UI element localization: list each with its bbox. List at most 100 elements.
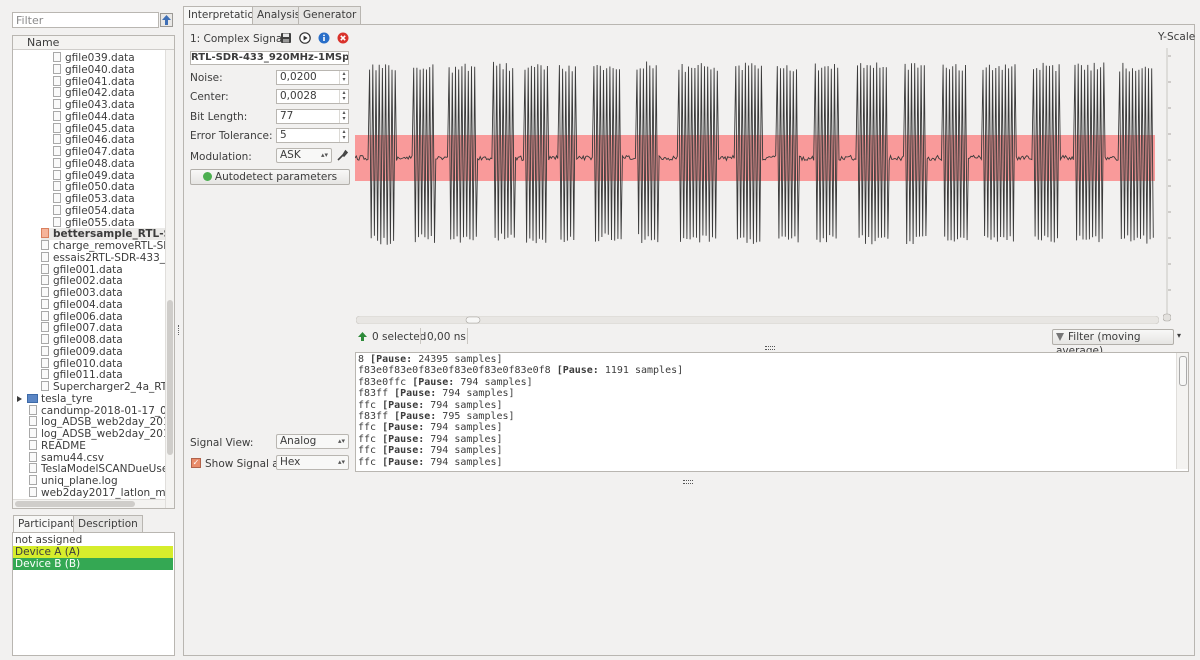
tree-item[interactable]: gfile009.data [41, 345, 123, 358]
center-spinbox[interactable]: 0,0028 ▴ ▾ [276, 89, 349, 104]
plot-scroll-thumb[interactable] [465, 316, 481, 324]
pause-label: [Pause: [556, 365, 599, 377]
tree-item[interactable]: log_ADSB_web2day_2017.lo [29, 416, 174, 428]
tree-item[interactable]: tesla_tyre [17, 393, 93, 405]
tree-item-label: README [41, 439, 86, 452]
tree-item[interactable]: gfile049.data [53, 169, 135, 182]
error-tolerance-spinbox[interactable]: 5 ▴ ▾ [276, 128, 349, 143]
noise-spinbox[interactable]: 0,0200 ▴ ▾ [276, 70, 349, 85]
tree-item-label: gfile041.data [65, 75, 135, 88]
tree-item[interactable]: samu44.csv [29, 451, 104, 464]
participants-list[interactable]: not assigned Device A (A) Device B (B) [12, 532, 175, 656]
tree-item[interactable]: gfile055.data [53, 216, 135, 229]
tree-item[interactable]: gfile050.data [53, 181, 135, 193]
tree-item[interactable]: gfile047.data [53, 146, 135, 158]
go-up-button[interactable] [160, 13, 173, 27]
participant-item[interactable]: not assigned [13, 534, 173, 546]
tree-item[interactable]: web2day2017_latlon_msg3.c [29, 486, 174, 499]
tree-item[interactable]: gfile046.data [53, 134, 135, 146]
tab-generator[interactable]: Generator [298, 6, 362, 24]
tree-item[interactable]: log_ADSB_web2day_2017.lo [29, 428, 175, 440]
tree-item[interactable]: Supercharger2_4a_RTL-SD [41, 381, 174, 393]
signal-view-combo[interactable]: Analog ▴▾ [276, 434, 349, 449]
tree-column-header[interactable]: Name [13, 36, 174, 50]
filter-moving-average-button[interactable]: Filter (moving average) [1052, 329, 1174, 357]
tree-item-label: log_ADSB_web2day_2017.lo [41, 428, 175, 440]
y-scale-slider[interactable] [1163, 46, 1171, 322]
filter-input[interactable]: Filter [12, 12, 159, 28]
tree-item[interactable]: uniq_plane.log [29, 475, 118, 487]
participant-item[interactable]: Device B (B) [13, 558, 173, 570]
tree-vertical-scrollbar[interactable] [165, 50, 174, 508]
tree-up-icon[interactable] [357, 331, 368, 342]
tree-hscroll-thumb[interactable] [15, 501, 135, 507]
save-icon [281, 33, 291, 43]
tree-item[interactable]: TeslaModelSCANDueUserMa [29, 463, 174, 475]
demod-bits: ffc [358, 422, 383, 434]
show-signal-checkbox[interactable]: ✓ [191, 458, 201, 468]
tree-item[interactable]: gfile011.data [41, 369, 123, 381]
selected-count: 0 selected [372, 331, 427, 343]
spin-arrows-icon[interactable]: ▴ ▾ [339, 129, 348, 142]
tree-item-label: gfile007.data [53, 322, 123, 335]
spin-arrows-icon[interactable]: ▴ ▾ [339, 90, 348, 103]
expand-arrow-icon[interactable] [17, 395, 22, 402]
tree-item[interactable]: gfile001.data [41, 263, 123, 276]
signal-name-field[interactable]: RTL-SDR-433_920MHz-1MSps-1MHz [190, 51, 349, 65]
tree-item[interactable]: essais2RTL-SDR-433_923M [41, 251, 174, 264]
demod-bits: 8 [358, 354, 371, 365]
show-signal-as-combo[interactable]: Hex ▴▾ [276, 455, 349, 470]
plot-horizontal-scrollbar[interactable] [356, 316, 1159, 324]
tree-item[interactable]: gfile002.data [41, 275, 123, 287]
tree-item[interactable]: candump-2018-01-17_08580 [29, 404, 174, 417]
tree-item[interactable]: gfile039.data [53, 52, 135, 64]
output-scroll-thumb[interactable] [1179, 356, 1187, 386]
selection-duration: 0,00 ns [427, 331, 466, 343]
spin-arrows-icon[interactable]: ▴ ▾ [339, 71, 348, 84]
tab-description[interactable]: Description [73, 515, 143, 532]
close-signal-button[interactable] [337, 32, 349, 44]
tree-item[interactable]: gfile042.data [53, 87, 135, 99]
file-icon [29, 463, 37, 474]
bottom-splitter-handle[interactable] [683, 480, 693, 484]
tree-item[interactable]: README [29, 439, 86, 452]
tree-item[interactable]: gfile007.data [41, 322, 123, 334]
modulation-combo[interactable]: ASK ▴▾ [276, 148, 332, 163]
tree-item[interactable]: gfile008.data [41, 334, 123, 346]
autodetect-icon [202, 172, 212, 181]
tree-scroll-thumb[interactable] [167, 300, 173, 455]
spin-arrows-icon[interactable]: ▴ ▾ [339, 110, 348, 123]
tree-item[interactable]: gfile044.data [53, 110, 135, 123]
demodulated-output[interactable]: 8 [Pause: 24395 samples] f83e0f83e0f83e0f… [355, 352, 1189, 472]
autodetect-parameters-button[interactable]: Autodetect parameters [190, 169, 350, 185]
horizontal-splitter-handle[interactable] [765, 346, 775, 350]
tree-item[interactable]: gfile048.data [53, 157, 135, 170]
tree-item[interactable]: gfile054.data [53, 204, 135, 217]
tree-item[interactable]: gfile041.data [53, 75, 135, 88]
pause-label: [Pause: [370, 354, 413, 365]
tree-item[interactable]: gfile003.data [41, 287, 123, 299]
pause-value: 794 samples] [454, 376, 533, 388]
signal-info-button[interactable] [318, 32, 330, 44]
tree-item[interactable]: gfile004.data [41, 298, 123, 311]
tree-horizontal-scrollbar[interactable] [13, 499, 165, 508]
tree-item[interactable]: gfile040.data [53, 63, 135, 76]
tree-item[interactable]: gfile043.data [53, 99, 135, 111]
modulation-config-button[interactable] [336, 148, 349, 162]
signal-waveform-view[interactable] [355, 51, 1160, 321]
tree-item[interactable]: gfile010.data [41, 357, 123, 370]
tree-item[interactable]: gfile053.data [53, 193, 135, 205]
file-tree[interactable]: Name gfile039.data gfile040.data gfile041.… [12, 35, 175, 509]
tree-item[interactable]: bettersample_RTL-SDR-4 [41, 228, 174, 241]
play-signal-button[interactable] [299, 32, 311, 44]
bit-length-spinbox[interactable]: 77 ▴ ▾ [276, 109, 349, 124]
file-icon [41, 228, 49, 239]
tree-item[interactable]: gfile045.data [53, 122, 135, 135]
filter-menu-arrow-icon[interactable]: ▾ [1177, 331, 1181, 340]
output-scrollbar[interactable] [1176, 353, 1188, 469]
participant-item[interactable]: Device A (A) [13, 546, 173, 558]
tree-item[interactable]: charge_removeRTL-SDR-4 [41, 240, 174, 252]
save-signal-button[interactable] [280, 32, 292, 44]
tree-item[interactable]: gfile006.data [41, 310, 123, 323]
bit-length-value: 77 [280, 110, 294, 122]
